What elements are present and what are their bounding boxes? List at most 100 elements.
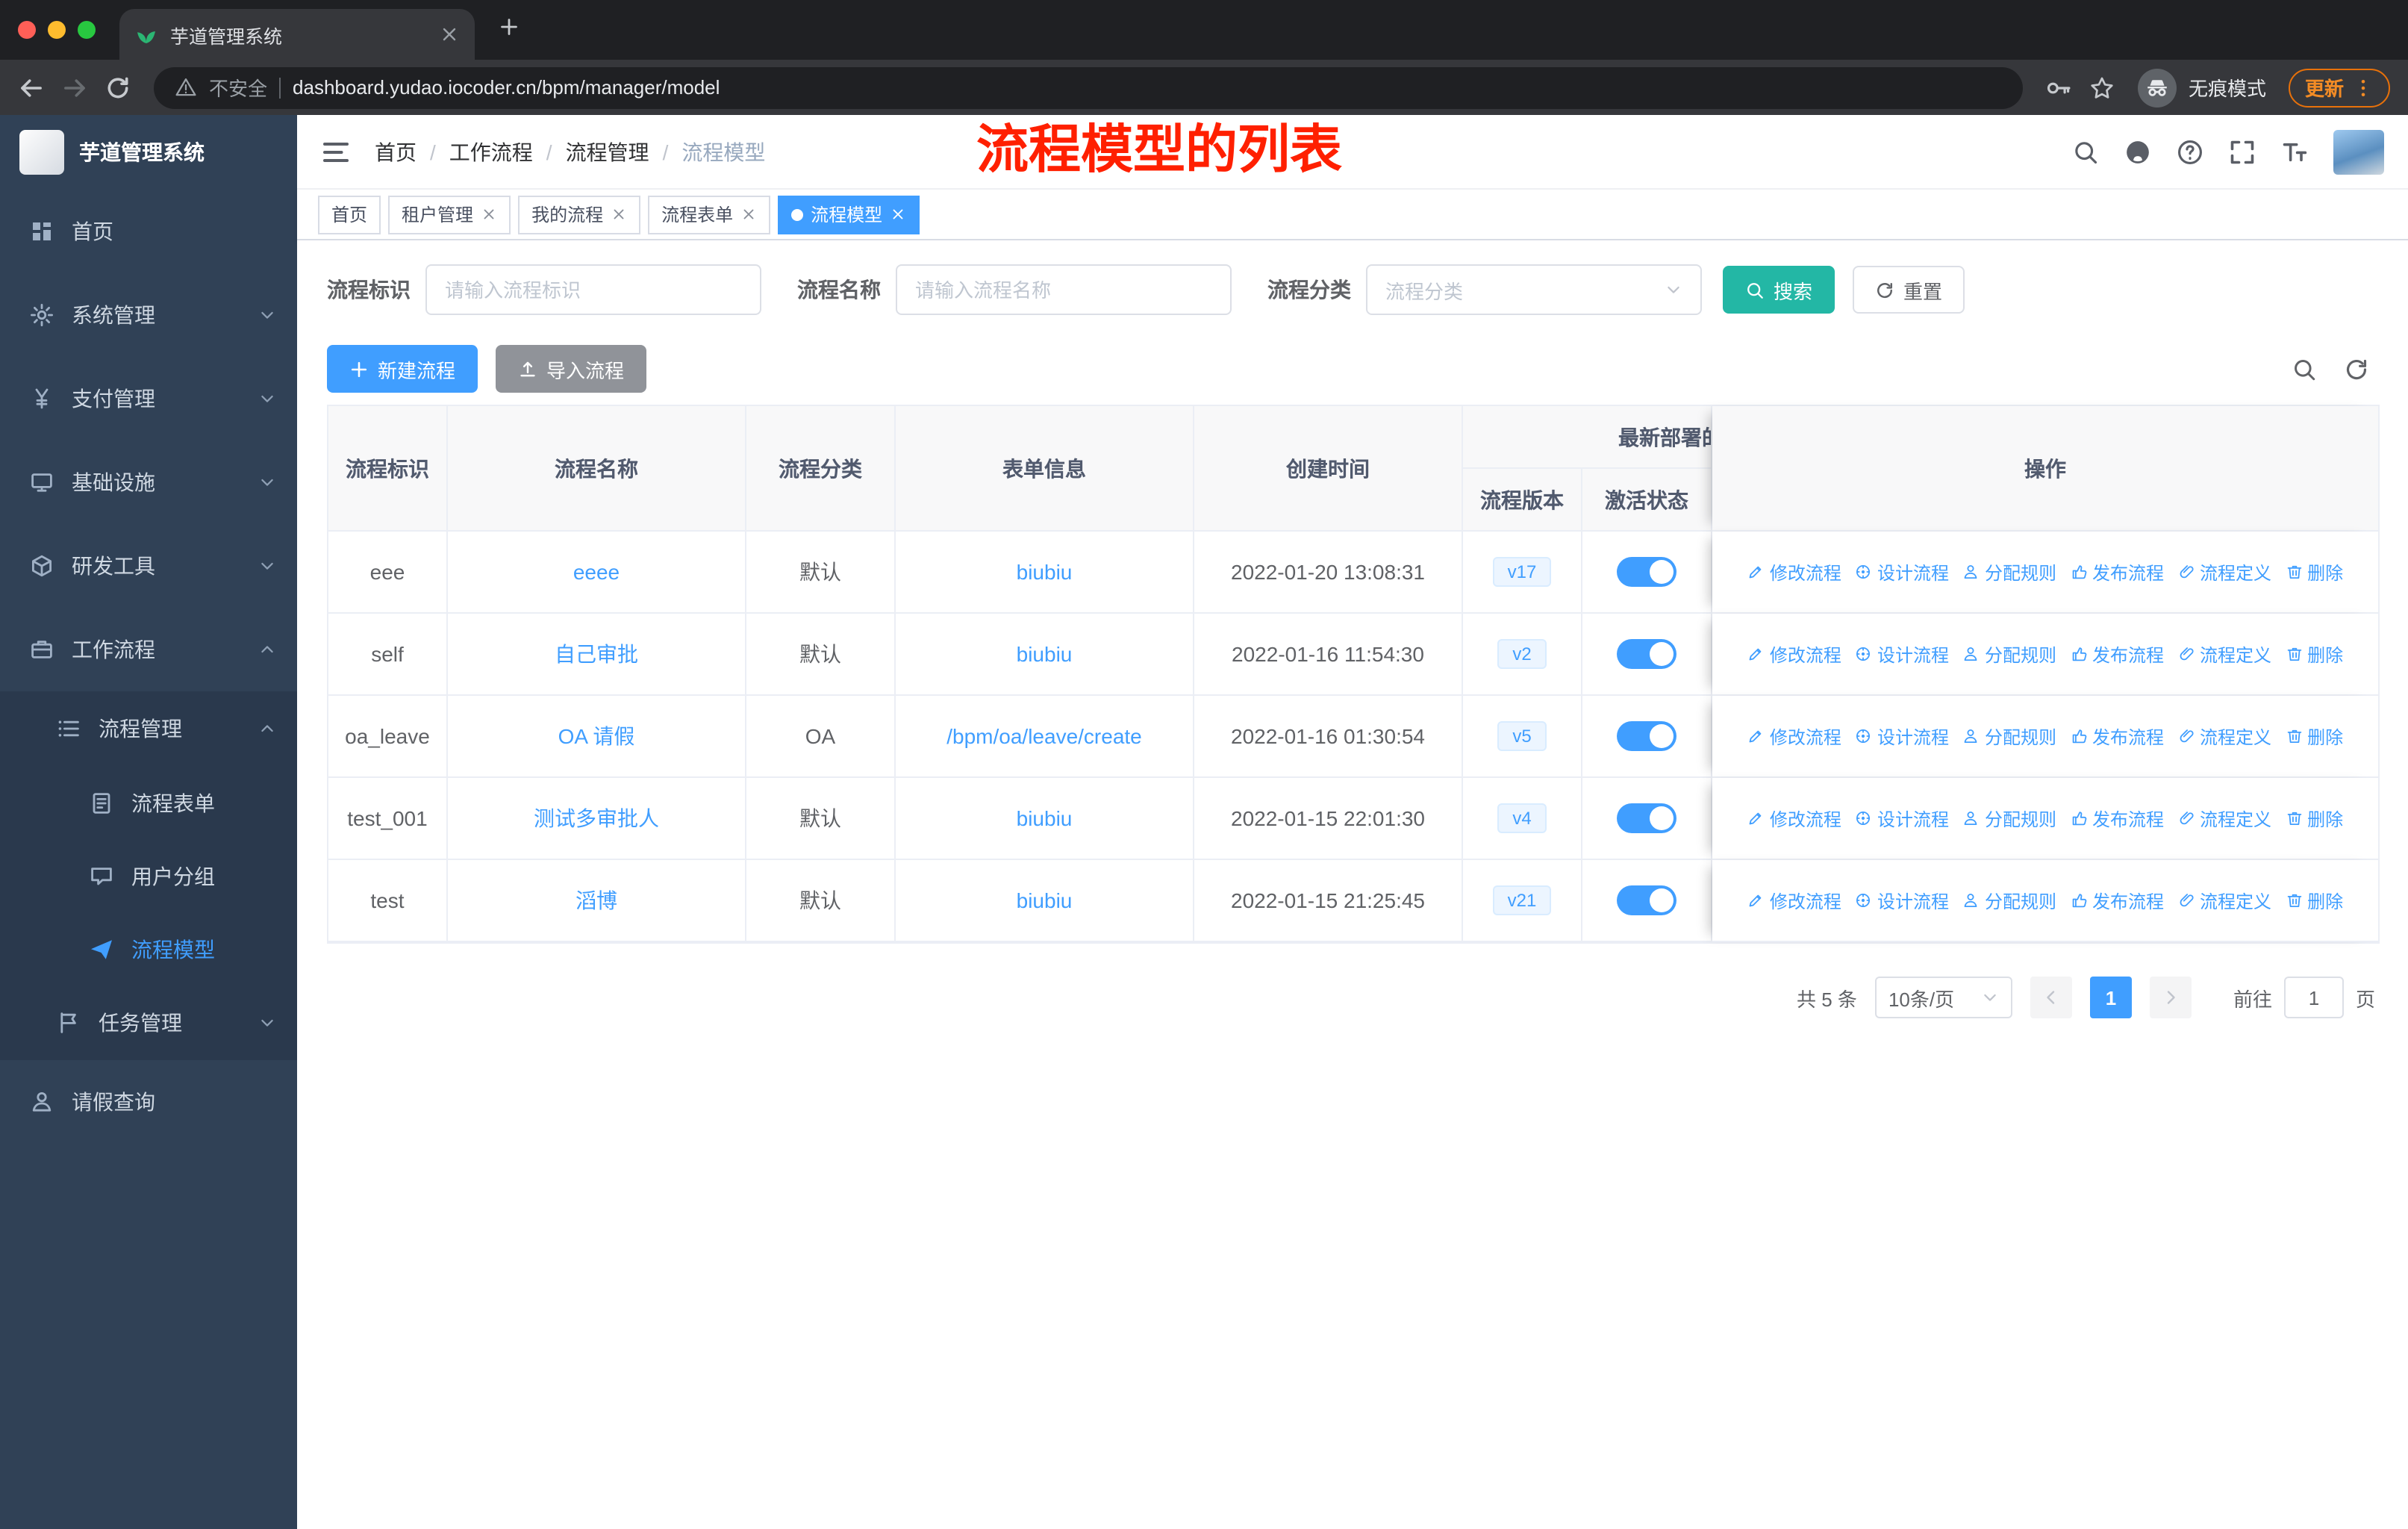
refresh-table-button[interactable] xyxy=(2344,356,2369,382)
close-icon[interactable] xyxy=(611,206,627,222)
action-publish-link[interactable]: 发布流程 xyxy=(2070,888,2164,914)
reset-button[interactable]: 重置 xyxy=(1853,266,1965,314)
action-definition-link[interactable]: 流程定义 xyxy=(2177,560,2271,585)
action-edit-link[interactable]: 修改流程 xyxy=(1747,642,1841,667)
active-toggle[interactable] xyxy=(1617,557,1676,587)
sidebar-item-workflow[interactable]: 工作流程 xyxy=(0,608,297,691)
sidebar-item-task-manage[interactable]: 任务管理 xyxy=(0,985,297,1060)
tab-close-icon[interactable] xyxy=(439,24,460,45)
github-icon[interactable] xyxy=(2124,138,2151,165)
action-design-link[interactable]: 设计流程 xyxy=(1855,806,1949,832)
window-close-button[interactable] xyxy=(18,21,36,39)
breadcrumb-item[interactable]: 工作流程 xyxy=(449,137,533,166)
action-design-link[interactable]: 设计流程 xyxy=(1855,724,1949,750)
action-publish-link[interactable]: 发布流程 xyxy=(2070,806,2164,832)
action-delete-link[interactable]: 删除 xyxy=(2285,642,2343,667)
action-delete-link[interactable]: 删除 xyxy=(2285,560,2343,585)
version-badge[interactable]: v5 xyxy=(1497,721,1547,751)
action-edit-link[interactable]: 修改流程 xyxy=(1747,724,1841,750)
form-info-link[interactable]: biubiu xyxy=(1017,888,1073,912)
search-button[interactable]: 搜索 xyxy=(1723,266,1835,314)
search-icon[interactable] xyxy=(2072,138,2099,165)
menu-dots-icon[interactable] xyxy=(2353,77,2374,98)
update-button[interactable]: 更新 xyxy=(2288,68,2390,107)
fontsize-icon[interactable] xyxy=(2281,138,2308,165)
help-icon[interactable] xyxy=(2177,138,2203,165)
hamburger-icon[interactable] xyxy=(321,137,351,166)
sidebar-item-home[interactable]: 首页 xyxy=(0,190,297,273)
tag-租户管理[interactable]: 租户管理 xyxy=(388,195,511,234)
action-assign-rules-link[interactable]: 分配规则 xyxy=(1962,888,2056,914)
sidebar-item-payment[interactable]: 支付管理 xyxy=(0,357,297,440)
active-toggle[interactable] xyxy=(1617,639,1676,669)
action-design-link[interactable]: 设计流程 xyxy=(1855,560,1949,585)
page-number-button[interactable]: 1 xyxy=(2089,977,2132,1018)
avatar[interactable] xyxy=(2333,129,2384,174)
action-definition-link[interactable]: 流程定义 xyxy=(2177,724,2271,750)
active-toggle[interactable] xyxy=(1617,803,1676,833)
breadcrumb-item[interactable]: 流程管理 xyxy=(566,137,649,166)
action-publish-link[interactable]: 发布流程 xyxy=(2070,560,2164,585)
fullscreen-icon[interactable] xyxy=(2229,138,2256,165)
sidebar-item-infrastructure[interactable]: 基础设施 xyxy=(0,440,297,524)
form-info-link[interactable]: biubiu xyxy=(1017,560,1073,584)
action-definition-link[interactable]: 流程定义 xyxy=(2177,806,2271,832)
model-name-link[interactable]: 自己审批 xyxy=(555,642,638,666)
action-design-link[interactable]: 设计流程 xyxy=(1855,642,1949,667)
new-tab-button[interactable] xyxy=(490,7,528,46)
model-name-link[interactable]: 滔博 xyxy=(576,888,617,912)
version-badge[interactable]: v2 xyxy=(1497,639,1547,669)
process-category-select[interactable]: 流程分类 xyxy=(1366,264,1702,315)
close-icon[interactable] xyxy=(740,206,757,222)
active-toggle[interactable] xyxy=(1617,885,1676,915)
create-model-button[interactable]: 新建流程 xyxy=(327,345,478,393)
import-model-button[interactable]: 导入流程 xyxy=(496,345,647,393)
back-button[interactable] xyxy=(18,74,45,101)
address-bar[interactable]: 不安全 dashboard.yudao.iocoder.cn/bpm/manag… xyxy=(154,66,2023,108)
version-badge[interactable]: v17 xyxy=(1492,557,1552,587)
action-delete-link[interactable]: 删除 xyxy=(2285,806,2343,832)
prev-page-button[interactable] xyxy=(2030,977,2072,1018)
action-edit-link[interactable]: 修改流程 xyxy=(1747,888,1841,914)
action-edit-link[interactable]: 修改流程 xyxy=(1747,806,1841,832)
sidebar-item-leave-query[interactable]: 请假查询 xyxy=(0,1060,297,1144)
action-definition-link[interactable]: 流程定义 xyxy=(2177,888,2271,914)
toggle-search-button[interactable] xyxy=(2292,356,2317,382)
close-icon[interactable] xyxy=(481,206,497,222)
sidebar-item-process-manage[interactable]: 流程管理 xyxy=(0,691,297,766)
sidebar-item-process-form[interactable]: 流程表单 xyxy=(0,766,297,839)
model-name-link[interactable]: OA 请假 xyxy=(558,724,635,748)
sidebar-item-system[interactable]: 系统管理 xyxy=(0,273,297,357)
tag-我的流程[interactable]: 我的流程 xyxy=(518,195,641,234)
breadcrumb-item[interactable]: 首页 xyxy=(375,137,417,166)
reload-button[interactable] xyxy=(105,74,131,101)
action-design-link[interactable]: 设计流程 xyxy=(1855,888,1949,914)
sidebar-item-process-model[interactable]: 流程模型 xyxy=(0,912,297,985)
action-edit-link[interactable]: 修改流程 xyxy=(1747,560,1841,585)
process-key-input[interactable] xyxy=(425,264,761,315)
action-publish-link[interactable]: 发布流程 xyxy=(2070,724,2164,750)
window-zoom-button[interactable] xyxy=(78,21,96,39)
action-delete-link[interactable]: 删除 xyxy=(2285,724,2343,750)
action-assign-rules-link[interactable]: 分配规则 xyxy=(1962,560,2056,585)
model-name-link[interactable]: eeee xyxy=(573,560,620,584)
next-page-button[interactable] xyxy=(2149,977,2192,1018)
close-icon[interactable] xyxy=(890,206,906,222)
form-info-link[interactable]: biubiu xyxy=(1017,806,1073,830)
active-toggle[interactable] xyxy=(1617,721,1676,751)
tag-流程模型[interactable]: 流程模型 xyxy=(778,195,920,234)
password-key-icon[interactable] xyxy=(2045,74,2072,101)
action-assign-rules-link[interactable]: 分配规则 xyxy=(1962,642,2056,667)
action-assign-rules-link[interactable]: 分配规则 xyxy=(1962,806,2056,832)
forward-button[interactable] xyxy=(61,74,88,101)
process-name-input[interactable] xyxy=(896,264,1232,315)
goto-page-input[interactable] xyxy=(2283,977,2344,1018)
sidebar-item-dev-tools[interactable]: 研发工具 xyxy=(0,524,297,608)
tag-首页[interactable]: 首页 xyxy=(318,195,381,234)
version-badge[interactable]: v21 xyxy=(1492,885,1552,915)
tag-流程表单[interactable]: 流程表单 xyxy=(648,195,771,234)
version-badge[interactable]: v4 xyxy=(1497,803,1547,833)
sidebar-item-user-group[interactable]: 用户分组 xyxy=(0,839,297,912)
action-assign-rules-link[interactable]: 分配规则 xyxy=(1962,724,2056,750)
bookmark-star-icon[interactable] xyxy=(2089,74,2115,101)
